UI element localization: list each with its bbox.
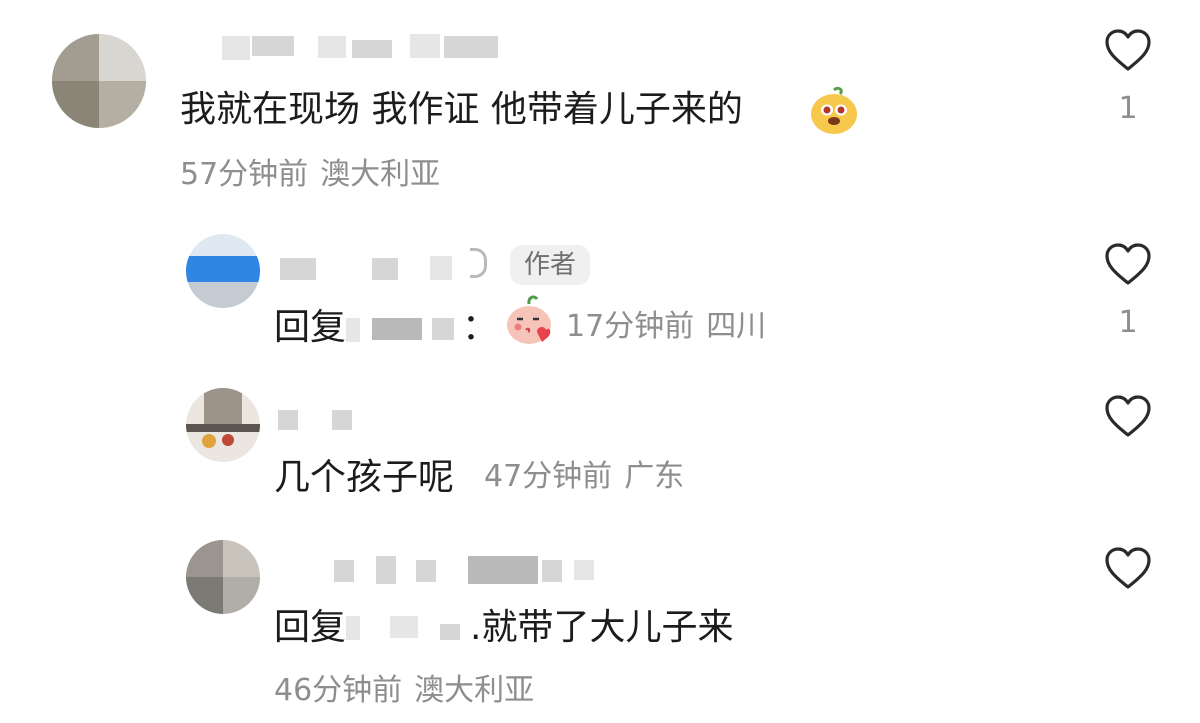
heart-outline-icon[interactable] [1104, 394, 1152, 438]
timestamp: 46分钟前 [274, 673, 403, 708]
timestamp: 57分钟前 [180, 157, 309, 192]
location: 广东 [624, 459, 685, 494]
comment-meta: 17分钟前 四川 [566, 312, 766, 342]
comment-text: .就带了大儿子来 [470, 607, 734, 648]
comment-meta: 46分钟前 澳大利亚 [274, 676, 534, 706]
colon: ： [462, 307, 499, 348]
reply-text: 回复 [274, 610, 346, 646]
location: 澳大利亚 [320, 157, 441, 192]
author-badge: 作者 [510, 245, 591, 285]
avatar[interactable] [52, 34, 146, 128]
location: 澳大利亚 [414, 673, 535, 708]
heart-outline-icon[interactable] [1104, 242, 1152, 286]
yellow-face-emoji [811, 86, 857, 134]
timestamp: 17分钟前 [566, 309, 695, 344]
avatar[interactable] [186, 540, 260, 614]
heart-outline-icon[interactable] [1104, 28, 1152, 72]
location: 四川 [706, 309, 767, 344]
blushing-face-emoji [507, 295, 551, 344]
reply-prefix: 回复 [274, 307, 347, 348]
comment-meta: 47分钟前 广东 [484, 462, 684, 492]
avatar[interactable] [186, 234, 260, 308]
comment-meta: 57分钟前 澳大利亚 [180, 160, 440, 190]
avatar[interactable] [186, 388, 260, 462]
reply-text: 回复 [274, 310, 346, 346]
comment-text: 几个孩子呢 [274, 457, 455, 498]
like-count: 1 [1118, 305, 1138, 340]
reply-prefix: 回复 [274, 607, 347, 648]
timestamp: 47分钟前 [484, 459, 613, 494]
heart-outline-icon[interactable] [1104, 546, 1152, 590]
comment-text: 我就在现场 我作证 他带着儿子来的 [180, 89, 743, 130]
like-count: 1 [1118, 91, 1138, 126]
